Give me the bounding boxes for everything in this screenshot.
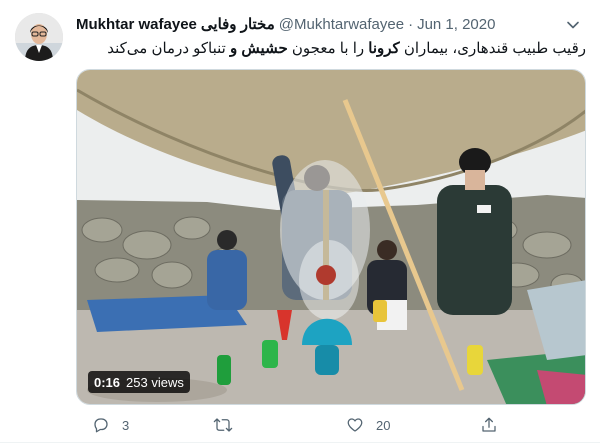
tweet-text-bold2: حشیش و	[230, 40, 288, 57]
share-icon	[482, 417, 496, 432]
reply-button[interactable]: 3	[92, 413, 129, 437]
reply-count: 3	[122, 417, 130, 433]
tweet-text-part3: تنباکو درمان می‌کند	[107, 40, 231, 57]
avatar[interactable]	[15, 13, 63, 61]
separator-dot: ·	[408, 15, 414, 33]
video-player[interactable]	[76, 69, 586, 405]
retweet-button[interactable]	[213, 413, 245, 437]
video-info-badge: 0:16 253 views	[88, 371, 190, 393]
author-name[interactable]: Mukhtar wafayee	[76, 16, 197, 33]
tweet-actions: 3 20	[76, 413, 586, 437]
author-name-arabic[interactable]: مختار وفایی	[201, 15, 275, 33]
tweet-date[interactable]: Jun 1, 2020	[417, 16, 495, 33]
author-handle[interactable]: @Mukhtarwafayee	[279, 16, 404, 33]
chevron-down-icon	[567, 21, 579, 29]
more-options-button[interactable]	[562, 14, 584, 36]
share-button[interactable]	[480, 413, 498, 437]
retweet-icon	[213, 418, 233, 432]
like-icon	[347, 418, 363, 432]
avatar-image	[15, 13, 63, 61]
tweet-header: Mukhtar wafayee مختار وفایی @Mukhtarwafa…	[76, 13, 556, 35]
tweet-text: رقیب طبیب قندهاری، بیماران کرونا را با م…	[76, 38, 586, 62]
tweet[interactable]: Mukhtar wafayee مختار وفایی @Mukhtarwafa…	[0, 0, 600, 443]
tweet-text-bold1: کرونا	[368, 40, 400, 57]
tweet-text-part2: را با معجون	[287, 40, 369, 57]
video-time: 0:16	[94, 374, 121, 390]
video-frame	[77, 70, 585, 404]
like-count: 20	[376, 417, 391, 433]
video-views: 253 views	[126, 374, 184, 390]
reply-icon	[94, 418, 108, 433]
like-button[interactable]: 20	[346, 413, 390, 437]
tweet-text-part1: رقیب طبیب قندهاری، بیماران	[399, 40, 586, 57]
